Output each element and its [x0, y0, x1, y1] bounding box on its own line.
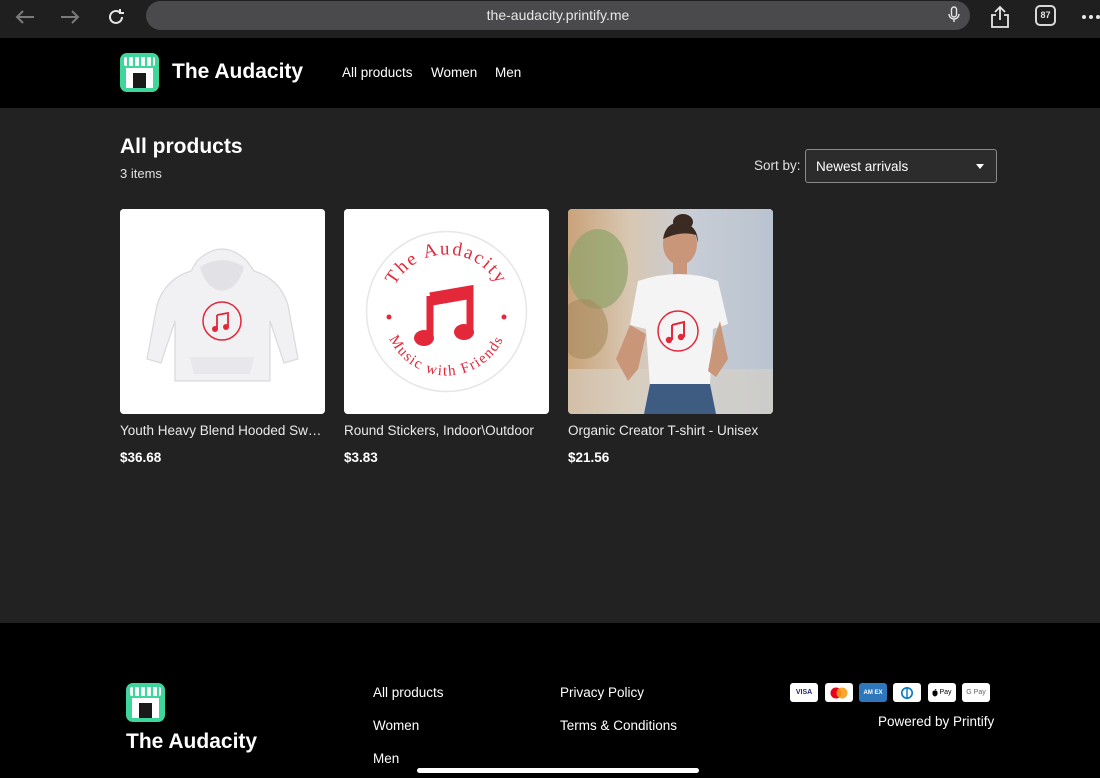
product-card[interactable]: Youth Heavy Blend Hooded Sweatshirt $36.… [120, 209, 325, 465]
page-title: All products [120, 135, 243, 158]
apple-pay-icon: Pay [928, 683, 956, 702]
mastercard-icon [825, 683, 853, 702]
footer-link-privacy[interactable]: Privacy Policy [560, 685, 644, 700]
product-name[interactable]: Organic Creator T-shirt - Unisex [568, 423, 773, 438]
product-image[interactable] [568, 209, 773, 414]
url-text: the-audacity.printify.me [486, 7, 630, 23]
product-price: $36.68 [120, 450, 162, 465]
site-header: The Audacity All products Women Men [0, 38, 1100, 108]
nav-women[interactable]: Women [431, 65, 477, 80]
back-arrow-icon[interactable] [10, 4, 40, 30]
product-image[interactable]: The Audacity Music with Friends [344, 209, 549, 414]
chevron-down-icon [976, 164, 984, 169]
share-icon[interactable] [985, 4, 1015, 30]
diners-icon [893, 683, 921, 702]
google-pay-icon: G Pay [962, 683, 990, 702]
product-name[interactable]: Youth Heavy Blend Hooded Sweatshirt [120, 423, 325, 438]
nav-men[interactable]: Men [495, 65, 521, 80]
home-indicator[interactable] [417, 768, 699, 773]
footer-store-name: The Audacity [126, 730, 258, 753]
sort-dropdown[interactable]: Newest arrivals [805, 149, 997, 183]
browser-toolbar: the-audacity.printify.me 87 [0, 0, 1100, 38]
forward-arrow-icon[interactable] [55, 4, 85, 30]
tab-count-button[interactable]: 87 [1035, 5, 1056, 26]
visa-icon: VISA [790, 683, 818, 702]
store-name[interactable]: The Audacity [172, 60, 303, 84]
microphone-icon[interactable] [948, 6, 960, 24]
product-image[interactable] [120, 209, 325, 414]
store-logo-icon[interactable] [126, 683, 165, 722]
address-bar[interactable]: the-audacity.printify.me [146, 1, 970, 30]
reload-icon[interactable] [101, 4, 131, 30]
footer-link-all-products[interactable]: All products [373, 685, 444, 700]
store-logo-icon[interactable] [120, 53, 159, 92]
footer-link-women[interactable]: Women [373, 718, 419, 733]
more-menu-icon[interactable] [1076, 4, 1100, 30]
product-listing: All products 3 items Sort by: Newest arr… [0, 108, 1100, 623]
powered-by-printify[interactable]: Powered by Printify [878, 714, 994, 729]
footer-link-terms[interactable]: Terms & Conditions [560, 718, 677, 733]
site-footer: The Audacity All products Women Men Priv… [0, 623, 1100, 778]
product-card[interactable]: The Audacity Music with Friends Round St… [344, 209, 549, 465]
product-price: $21.56 [568, 450, 610, 465]
footer-link-men[interactable]: Men [373, 751, 399, 766]
amex-icon: AM EX [859, 683, 887, 702]
product-price: $3.83 [344, 450, 378, 465]
sort-label: Sort by: [754, 158, 801, 173]
apple-pay-label: Pay [939, 689, 952, 696]
product-name[interactable]: Round Stickers, Indoor\Outdoor [344, 423, 549, 438]
product-card[interactable]: Organic Creator T-shirt - Unisex $21.56 [568, 209, 773, 465]
item-count: 3 items [120, 166, 162, 181]
nav-all-products[interactable]: All products [342, 65, 413, 80]
sort-value: Newest arrivals [816, 159, 909, 174]
